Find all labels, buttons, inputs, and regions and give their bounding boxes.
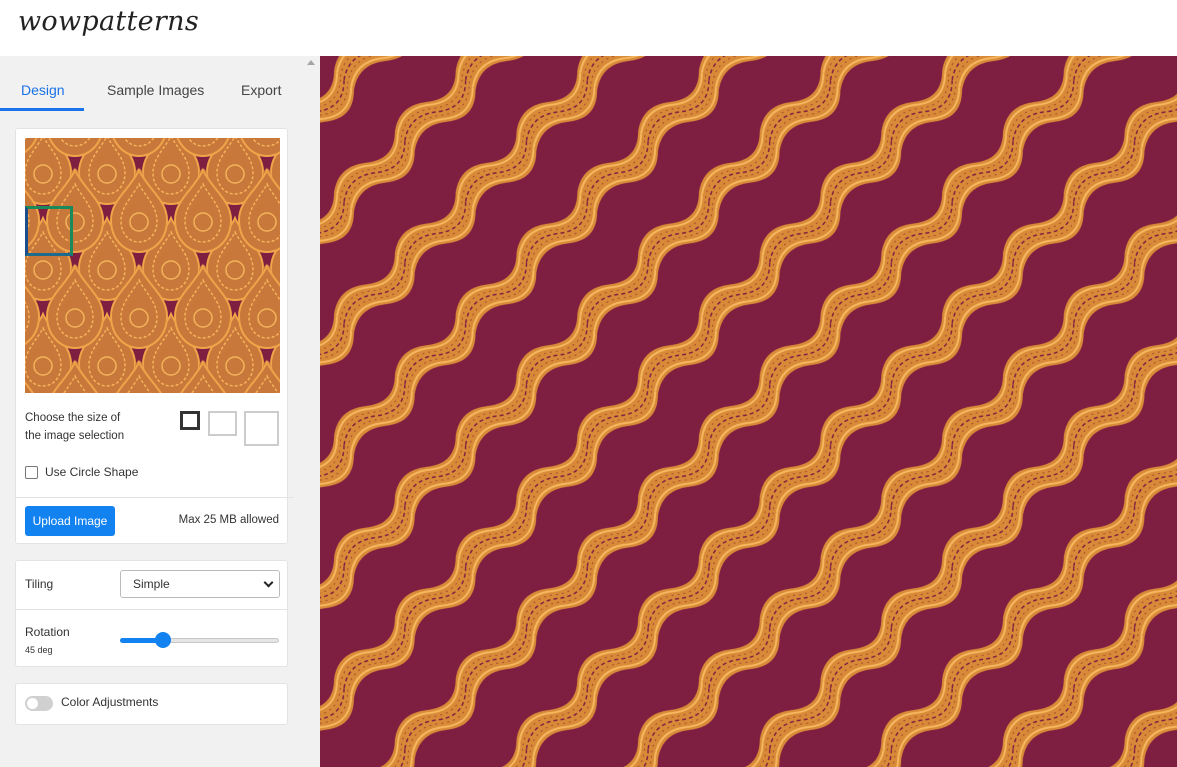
app-logo[interactable]: wowpatterns: [18, 6, 199, 37]
settings-card: Tiling Simple Rotation 45 deg: [15, 560, 288, 667]
tab-bar: Design Sample Images Export: [0, 56, 305, 112]
max-size-note: Max 25 MB allowed: [178, 514, 279, 526]
tab-export[interactable]: Export: [241, 82, 281, 98]
selection-size-small[interactable]: [180, 411, 200, 430]
rotation-label: Rotation: [25, 625, 70, 639]
scroll-up-arrow-icon[interactable]: [307, 60, 315, 65]
source-image: [25, 138, 280, 393]
top-bar: wowpatterns: [0, 0, 1177, 56]
circle-shape-label: Use Circle Shape: [45, 465, 139, 479]
rotation-value: 45 deg: [25, 645, 53, 655]
color-adjustments-label: Color Adjustments: [61, 695, 159, 709]
selection-size-label: Choose the size of the image selection: [25, 409, 145, 445]
selection-size-medium[interactable]: [208, 411, 237, 436]
settings-divider: [16, 609, 287, 610]
selection-size-label-line2: the image selection: [25, 430, 125, 442]
pattern-preview: [320, 56, 1177, 767]
tab-sample-images[interactable]: Sample Images: [107, 82, 204, 98]
sidebar-scrollbar[interactable]: [305, 56, 320, 767]
selection-size-label-line1: Choose the size of: [25, 412, 121, 424]
toggle-knob: [27, 698, 38, 709]
pattern-canvas[interactable]: [320, 56, 1177, 767]
selection-box[interactable]: [25, 206, 73, 256]
circle-shape-option[interactable]: Use Circle Shape: [25, 465, 138, 479]
tiling-select-value: Simple: [133, 577, 170, 591]
tiling-label: Tiling: [25, 577, 54, 591]
circle-shape-checkbox[interactable]: [25, 465, 38, 479]
rotation-slider-thumb[interactable]: [154, 632, 171, 648]
color-adjustments-toggle[interactable]: [25, 696, 53, 711]
chevron-down-icon: [263, 577, 274, 588]
sidebar: Design Sample Images Export Choose the s…: [0, 56, 305, 767]
tiling-select[interactable]: Simple: [120, 570, 280, 598]
image-card: Choose the size of the image selection U…: [15, 128, 294, 544]
source-image-preview[interactable]: [25, 138, 280, 393]
card-divider: [16, 497, 294, 498]
tab-design[interactable]: Design: [21, 82, 65, 98]
color-card: Color Adjustments: [15, 683, 288, 725]
upload-image-button[interactable]: Upload Image: [25, 506, 115, 536]
selection-size-large[interactable]: [244, 411, 279, 446]
active-tab-indicator: [0, 108, 84, 111]
